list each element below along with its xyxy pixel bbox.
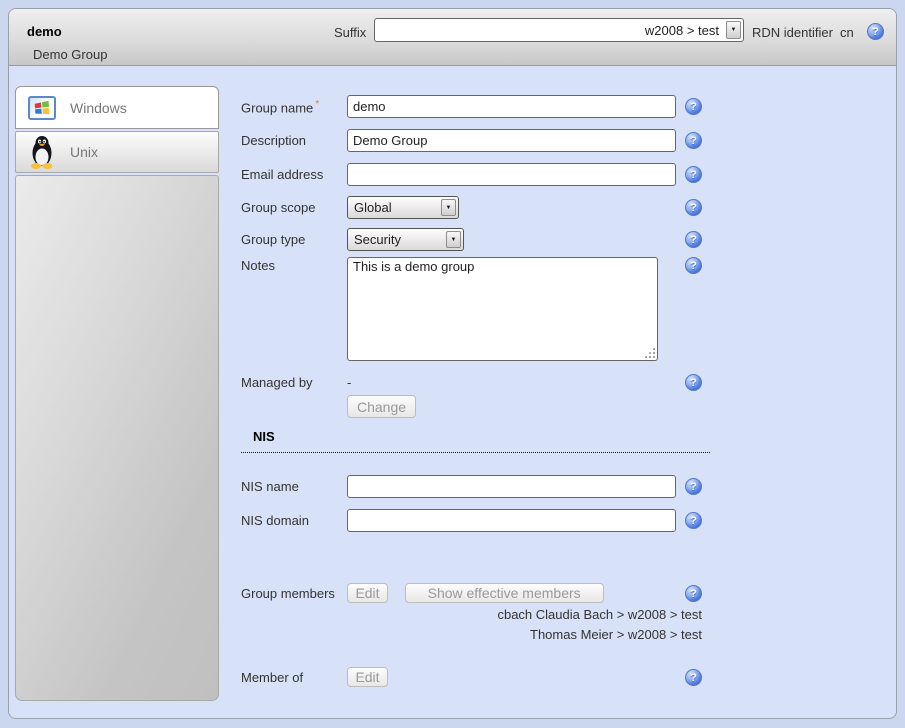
member-of-row: Member of Edit ? [241,667,702,687]
nis-domain-row: NIS domain ? [241,509,702,532]
nis-name-input[interactable] [347,475,676,498]
description-input[interactable] [347,129,676,152]
nis-domain-label: NIS domain [241,509,347,528]
nis-domain-input[interactable] [347,509,676,532]
description-row: Description ? [241,129,702,152]
managed-by-row: Managed by - Change ? [241,371,702,418]
help-icon[interactable]: ? [685,585,702,602]
tab-unix-label: Unix [70,144,98,160]
managed-by-label: Managed by [241,371,347,390]
member-entry: Thomas Meier > w2008 > test [241,625,702,645]
page-title: demo [27,24,62,39]
change-button[interactable]: Change [347,395,416,418]
help-icon[interactable]: ? [685,98,702,115]
nis-name-label: NIS name [241,475,347,494]
header-bar: demo Demo Group Suffix w2008 > test ▼ RD… [9,9,896,66]
tab-windows-label: Windows [70,100,127,116]
managed-by-value: - [347,371,702,390]
help-icon[interactable]: ? [685,166,702,183]
group-name-input[interactable] [347,95,676,118]
group-members-edit-button[interactable]: Edit [347,583,388,603]
group-scope-row: Group scope Global ▼ ? [241,196,702,219]
member-of-label: Member of [241,667,347,685]
nis-section-header: NIS [241,429,710,453]
email-row: Email address ? [241,163,702,186]
help-icon[interactable]: ? [867,23,884,40]
rdn-identifier-label: RDN identifier [752,25,833,40]
group-members-row: Group members Edit Show effective member… [241,583,702,603]
group-members-list: cbach Claudia Bach > w2008 > test Thomas… [241,605,702,645]
group-scope-select[interactable]: Global ▼ [347,196,459,219]
notes-textarea[interactable]: This is a demo group [347,257,658,361]
help-icon[interactable]: ? [685,512,702,529]
group-type-select[interactable]: Security ▼ [347,228,464,251]
show-effective-members-button[interactable]: Show effective members [405,583,604,603]
required-marker: * [315,99,319,110]
suffix-label: Suffix [334,25,370,40]
page-subtitle: Demo Group [33,47,107,62]
group-scope-label: Group scope [241,196,347,215]
sidebar-panel [15,175,219,701]
description-label: Description [241,129,347,148]
notes-row: Notes This is a demo group ? [241,257,702,364]
help-icon[interactable]: ? [685,478,702,495]
group-members-label: Group members [241,583,347,601]
chevron-down-icon[interactable]: ▼ [726,21,741,39]
nis-name-row: NIS name ? [241,475,702,498]
member-of-edit-button[interactable]: Edit [347,667,388,687]
member-entry: cbach Claudia Bach > w2008 > test [241,605,702,625]
windows-logo-icon [28,96,56,120]
group-name-label: Group name* [241,95,347,115]
help-icon[interactable]: ? [685,231,702,248]
tab-unix[interactable]: Unix [15,131,219,173]
suffix-selected-value: w2008 > test [645,23,719,38]
help-icon[interactable]: ? [685,374,702,391]
tab-windows[interactable]: Windows [15,86,219,129]
content-area: Windows [9,67,896,718]
suffix-select[interactable]: w2008 > test ▼ [374,18,744,42]
tux-penguin-icon [28,134,56,170]
group-type-label: Group type [241,228,347,247]
nis-section-title: NIS [253,429,275,444]
group-type-row: Group type Security ▼ ? [241,228,702,251]
help-icon[interactable]: ? [685,132,702,149]
rdn-identifier-value: cn [840,25,854,40]
help-icon[interactable]: ? [685,669,702,686]
chevron-down-icon[interactable]: ▼ [446,231,461,248]
email-input[interactable] [347,163,676,186]
group-editor-window: demo Demo Group Suffix w2008 > test ▼ RD… [8,8,897,719]
email-label: Email address [241,163,347,182]
help-icon[interactable]: ? [685,199,702,216]
group-name-row: Group name* ? [241,95,702,118]
notes-label: Notes [241,257,347,273]
group-scope-value: Global [354,200,392,215]
sidebar: Windows [15,67,219,718]
help-icon[interactable]: ? [685,257,702,274]
chevron-down-icon[interactable]: ▼ [441,199,456,216]
group-type-value: Security [354,232,401,247]
